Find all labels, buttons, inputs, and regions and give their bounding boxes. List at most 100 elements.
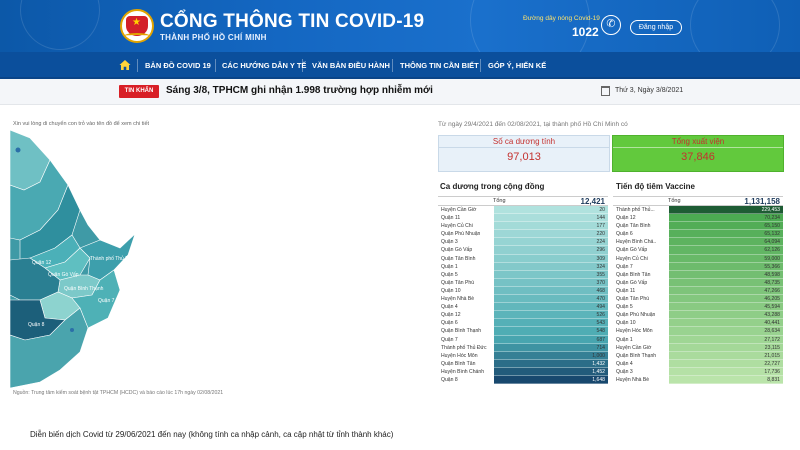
district-name: Quận 1 <box>616 336 633 343</box>
table-row[interactable]: Quận 1 27,172 <box>613 335 783 344</box>
table-row[interactable]: Quận Tân Bình 65,150 <box>613 222 783 231</box>
table-row[interactable]: Huyện Nhà Bè 470 <box>438 295 608 304</box>
current-date: Thứ 3, Ngày 3/8/2021 <box>615 87 684 94</box>
discharged-value: 37,846 <box>681 151 715 163</box>
value-cell <box>494 246 608 255</box>
district-name: Huyện Cần Giờ <box>616 344 652 351</box>
table-row[interactable]: Quận 12 70,234 <box>613 214 783 223</box>
table-row[interactable]: Huyện Bình Chánh 1,452 <box>438 367 608 376</box>
table-row[interactable]: Quận 4 22,727 <box>613 359 783 368</box>
total-label: Tổng <box>493 198 506 204</box>
table-row[interactable]: Quận 7 687 <box>438 335 608 344</box>
table-row[interactable]: Quận 6 65,132 <box>613 230 783 239</box>
nav-separator <box>137 59 138 72</box>
table-row[interactable]: Quận 6 543 <box>438 319 608 328</box>
district-value: 48,598 <box>764 271 780 278</box>
nav-separator <box>480 59 481 72</box>
table-row[interactable]: Huyện Cần Giờ 20 <box>438 206 608 215</box>
urgent-news-badge: TIN KHẨN <box>119 85 159 98</box>
value-cell <box>494 230 608 239</box>
table-row[interactable]: Quận Gò Vấp 48,735 <box>613 278 783 287</box>
value-cell <box>494 351 608 360</box>
table-row[interactable]: Quận 8 1,648 <box>438 375 608 385</box>
district-name: Huyện Bình Chá.. <box>616 239 657 246</box>
table-row[interactable]: Quận 11 144 <box>438 214 608 223</box>
value-cell <box>494 206 608 215</box>
table-row[interactable]: Huyện Bình Chá.. 64,094 <box>613 238 783 247</box>
district-name: Quận Phú Nhuận <box>616 312 656 319</box>
map-label: Quận 12 <box>32 260 51 266</box>
nav-item-covid-map[interactable]: BẢN ĐỒ COVID 19 <box>145 61 211 70</box>
header-decoration <box>690 0 780 52</box>
table-row[interactable]: Thành phố Thủ Đức 714 <box>438 343 608 352</box>
district-value: 22,727 <box>764 360 780 367</box>
district-name: Quận 10 <box>441 287 461 294</box>
table-row[interactable]: Quận 11 47,266 <box>613 286 783 296</box>
value-cell <box>494 238 608 247</box>
table-row[interactable]: Quận 4 494 <box>438 303 608 312</box>
table-row[interactable]: Quận 12 526 <box>438 311 608 320</box>
district-value: 177 <box>596 223 606 230</box>
table-row[interactable]: Quận 10 468 <box>438 286 608 296</box>
table-row[interactable]: Quận 5 45,594 <box>613 303 783 312</box>
table-row[interactable]: Quận 10 40,441 <box>613 319 783 328</box>
nav-item-documents[interactable]: VĂN BẢN ĐIỀU HÀNH <box>312 61 390 70</box>
table-row[interactable]: Quận 5 355 <box>438 270 608 279</box>
table-row[interactable]: Quận 1 324 <box>438 262 608 271</box>
table-row[interactable]: Quận Bình Thạnh 21,015 <box>613 351 783 360</box>
header-decoration <box>20 0 100 50</box>
table-row[interactable]: Quận Tân Phú 46,205 <box>613 295 783 304</box>
table-row[interactable]: Huyện Hóc Môn 1,000 <box>438 351 608 360</box>
map-source-note: Nguồn: Trung tâm kiểm soát bệnh tật TPHC… <box>13 390 224 396</box>
table-row[interactable]: Quận Phú Nhuận 43,288 <box>613 311 783 320</box>
district-value: 714 <box>596 344 606 351</box>
table-row[interactable]: Huyện Hóc Môn 28,634 <box>613 327 783 336</box>
district-value: 224 <box>596 239 606 246</box>
district-value: 296 <box>596 247 606 254</box>
site-title[interactable]: CỔNG THÔNG TIN COVID-19 <box>160 11 424 33</box>
table-row[interactable]: Quận Bình Tân 48,598 <box>613 270 783 279</box>
table-row[interactable]: Huyện Củ Chi 59,000 <box>613 254 783 263</box>
nav-item-health-guides[interactable]: CÁC HƯỚNG DẪN Y TẾ <box>222 61 306 70</box>
ticker-headline[interactable]: Sáng 3/8, TPHCM ghi nhận 1.998 trường hợ… <box>166 85 433 96</box>
district-name: Quận 12 <box>616 215 636 222</box>
district-name: Huyện Nhà Bè <box>441 296 475 303</box>
table-row[interactable]: Quận 3 17,736 <box>613 367 783 376</box>
table-row[interactable]: Huyện Cần Giờ 23,115 <box>613 343 783 352</box>
table-row[interactable]: Quận Tân Bình 309 <box>438 254 608 263</box>
table-row[interactable]: Huyện Nhà Bè 8,831 <box>613 375 783 385</box>
login-button[interactable]: Đăng nhập <box>630 20 682 35</box>
district-value: 46,205 <box>764 296 780 303</box>
value-cell <box>494 335 608 344</box>
district-map[interactable]: Quận 12 Quận Gò Vấp Thành phố Thủ Đức Qu… <box>10 130 210 388</box>
home-icon[interactable] <box>119 59 131 71</box>
table-row[interactable]: Huyện Củ Chi 177 <box>438 222 608 231</box>
table-row[interactable]: Quận Gò Vấp 62,126 <box>613 246 783 255</box>
district-value: 70,234 <box>764 215 780 222</box>
value-cell <box>494 222 608 231</box>
hotline-number[interactable]: 1022 <box>572 25 599 39</box>
table-total-row: Tổng 12,421 <box>438 196 608 206</box>
table-row[interactable]: Thành phố Thủ... 229,453 <box>613 206 783 215</box>
phone-icon[interactable]: ✆ <box>601 15 621 35</box>
vaccine-progress-table: Tổng 1,131,158 Thành phố Thủ... 229,453 Qu… <box>613 196 783 385</box>
value-cell <box>494 359 608 368</box>
table-row[interactable]: Quận Gò Vấp 296 <box>438 246 608 255</box>
positive-cases-label: Số ca dương tính <box>439 136 609 148</box>
district-value: 470 <box>596 296 606 303</box>
nav-item-feedback[interactable]: GÓP Ý, HIẾN KẾ <box>488 61 546 70</box>
table-row[interactable]: Quận Bình Tân 1,432 <box>438 359 608 368</box>
table-row[interactable]: Quận 3 224 <box>438 238 608 247</box>
site-logo[interactable]: ★ <box>120 9 154 43</box>
table-row[interactable]: Quận Phú Nhuận 220 <box>438 230 608 239</box>
value-cell <box>494 303 608 312</box>
table-row[interactable]: Quận Bình Thạnh 548 <box>438 327 608 336</box>
table-row[interactable]: Quận Tân Phú 370 <box>438 278 608 287</box>
trend-section-title: Diễn biến dịch Covid từ 29/06/2021 đến n… <box>30 430 394 439</box>
value-cell <box>494 375 608 385</box>
calendar-icon <box>601 86 610 96</box>
district-value: 62,126 <box>764 247 780 254</box>
table-row[interactable]: Quận 7 55,366 <box>613 262 783 271</box>
district-value: 548 <box>596 328 606 335</box>
nav-item-need-to-know[interactable]: THÔNG TIN CẦN BIẾT <box>400 61 479 70</box>
